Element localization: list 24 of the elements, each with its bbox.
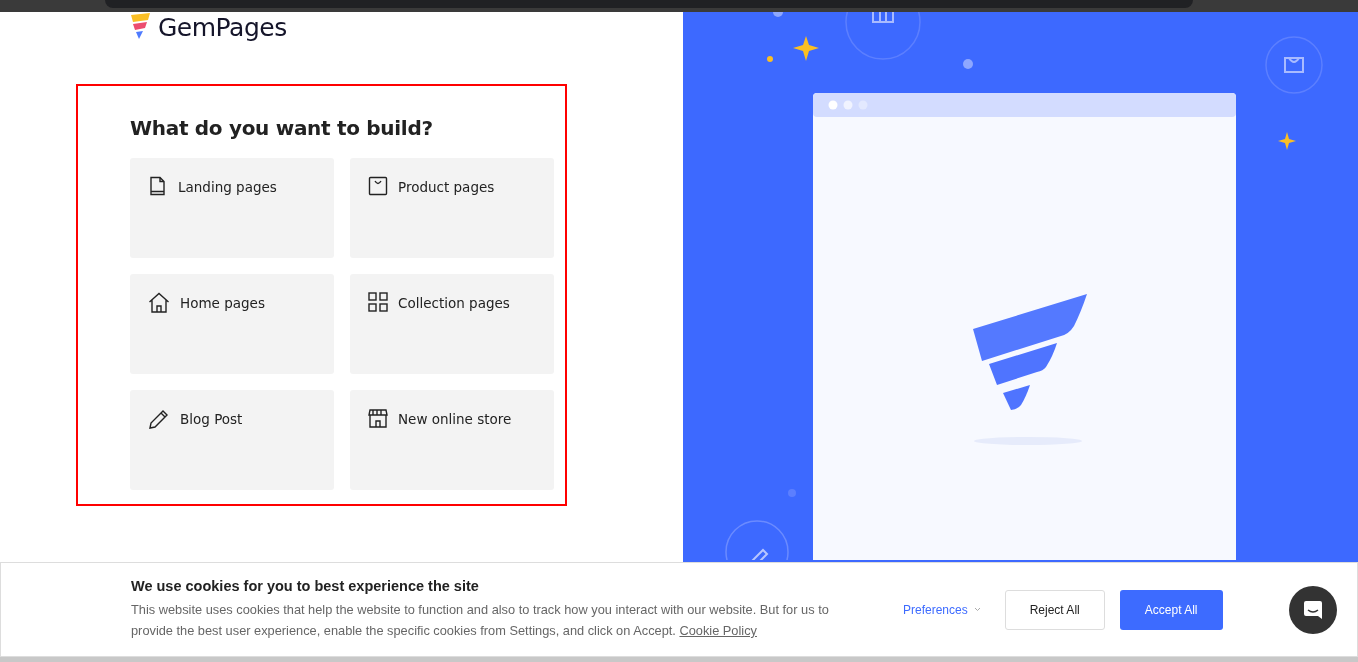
preferences-button[interactable]: Preferences (903, 602, 981, 617)
page-type-card[interactable]: Blog Post (130, 390, 334, 490)
store-icon (368, 408, 388, 428)
page-type-card[interactable]: Collection pages (350, 274, 554, 374)
cookie-text: This website uses cookies that help the website to function and also to track how you interact with our website. But for us to provide the best user experience, enable the specific cookies from Settings, and click on Accept. Cookie Policy (131, 601, 830, 640)
chat-icon (1303, 599, 1323, 620)
document-icon (148, 176, 168, 196)
bag-icon (368, 176, 388, 196)
page-type-card[interactable]: New online store (350, 390, 554, 490)
cookie-title: We use cookies for you to best experience the site (131, 578, 480, 594)
chat-button[interactable] (1289, 585, 1337, 634)
page-type-card[interactable]: Home pages (130, 274, 334, 374)
brand-name: GemPages (158, 12, 287, 42)
accept-all-button[interactable]: Accept All (1119, 589, 1223, 630)
page-type-card[interactable]: Product pages (350, 158, 554, 258)
grid-icon (368, 292, 388, 312)
cookie-policy-link[interactable]: Cookie Policy (679, 623, 757, 638)
reject-all-button[interactable]: Reject All (1004, 589, 1105, 630)
home-icon (148, 292, 170, 314)
logo-icon (130, 13, 152, 41)
pencil-icon (148, 408, 170, 430)
page-type-card[interactable]: Landing pages (130, 158, 334, 258)
chevron-icon (973, 607, 981, 612)
section-heading: What do you want to build? (130, 116, 434, 140)
